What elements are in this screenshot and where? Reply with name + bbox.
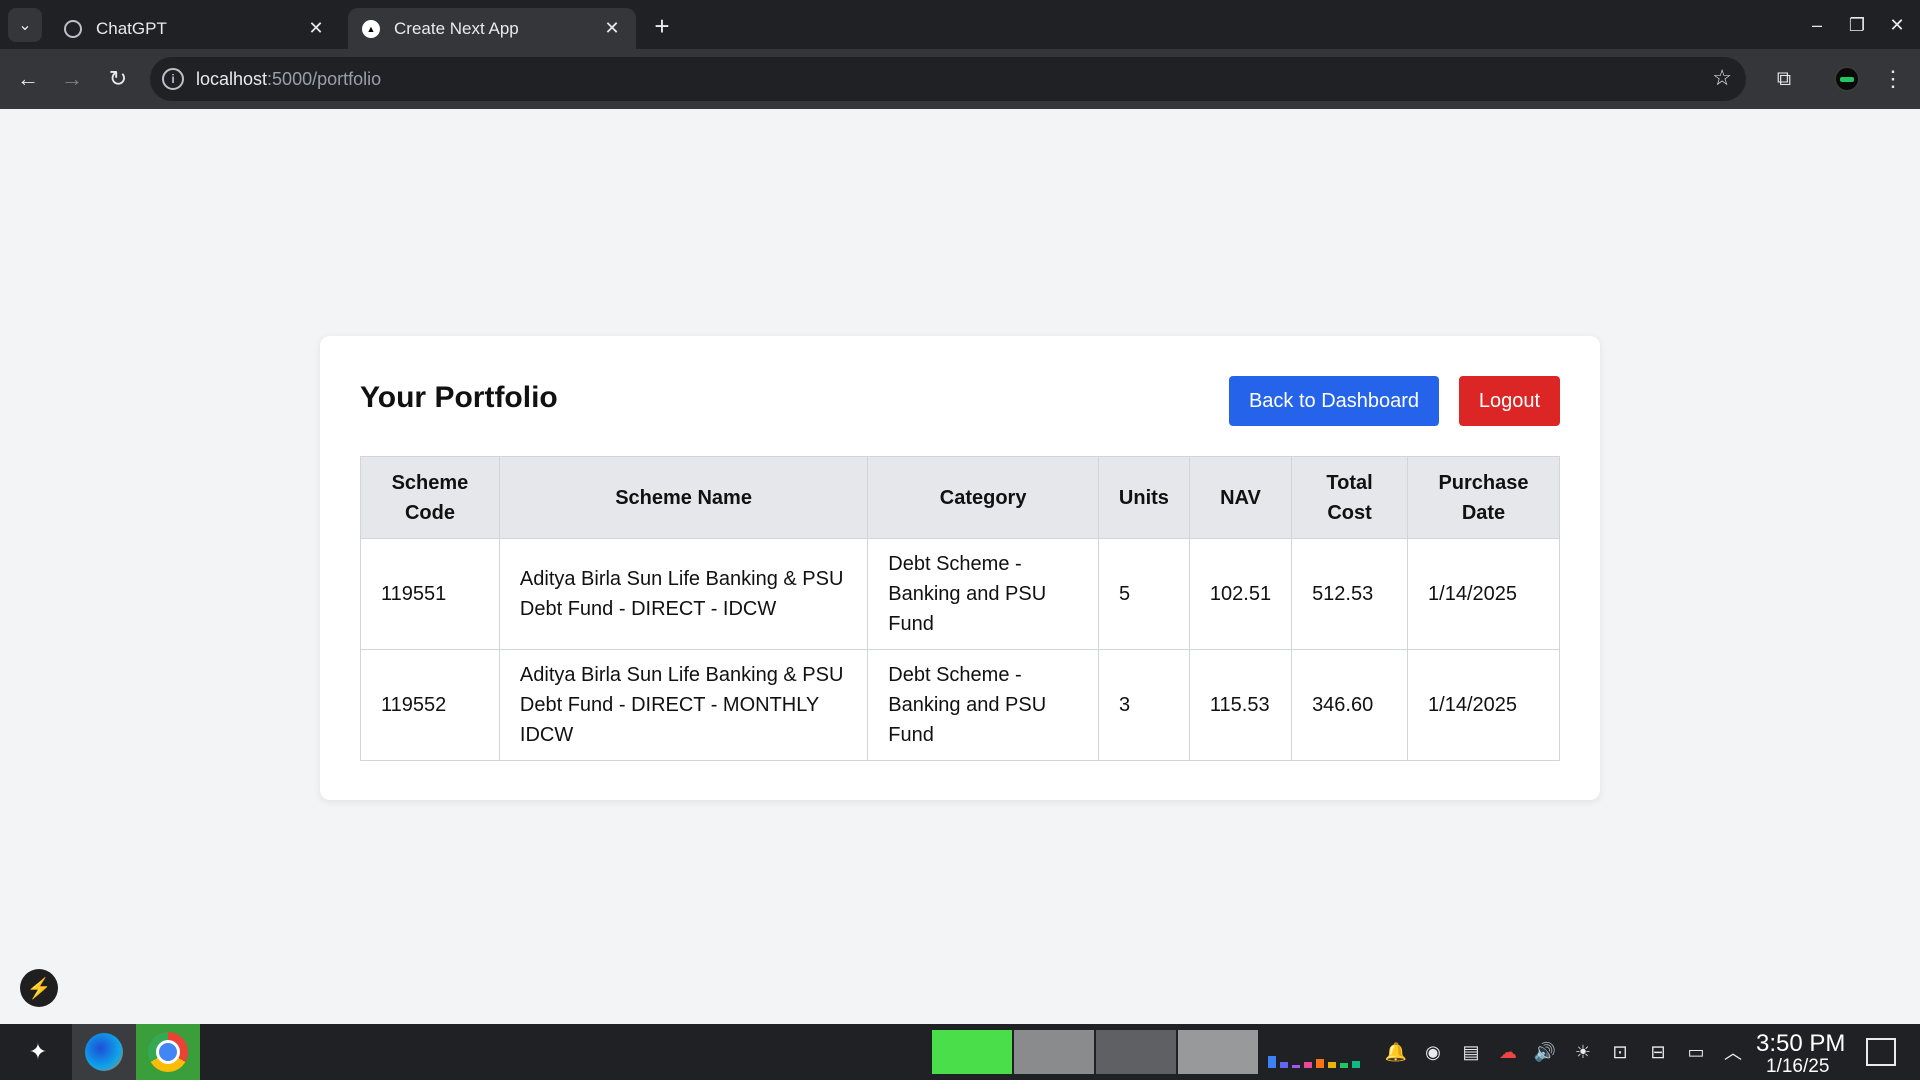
column-header: Scheme Code bbox=[360, 456, 500, 539]
table-cell: 1/14/2025 bbox=[1407, 538, 1560, 650]
back-arrow-icon[interactable]: ← bbox=[12, 63, 44, 95]
portfolio-table: Scheme Code Scheme Name Category Units NAV To… bbox=[360, 456, 1560, 761]
table-cell: 119551 bbox=[360, 538, 500, 650]
notifications-bell-icon[interactable]: 🔔 bbox=[1383, 1039, 1409, 1065]
close-icon[interactable]: ✕ bbox=[306, 18, 326, 39]
virtual-desktop-3[interactable] bbox=[1096, 1030, 1176, 1074]
table-cell: 512.53 bbox=[1291, 538, 1409, 650]
tab-title: ChatGPT bbox=[96, 18, 167, 38]
portfolio-card: Your Portfolio Back to Dashboard Logout … bbox=[320, 336, 1600, 800]
nextjs-icon: ▲ bbox=[362, 19, 380, 38]
table-cell: Aditya Birla Sun Life Banking & PSU Debt… bbox=[498, 649, 869, 761]
volume-icon[interactable]: 🔊 bbox=[1532, 1039, 1558, 1065]
column-header: Category bbox=[867, 456, 1099, 539]
logout-button[interactable]: Logout bbox=[1459, 376, 1560, 426]
close-window-icon[interactable]: ✕ bbox=[1884, 12, 1910, 38]
virtual-desktop-2[interactable] bbox=[1014, 1030, 1094, 1074]
url-path: :5000/portfolio bbox=[267, 69, 382, 89]
column-header: Units bbox=[1097, 456, 1190, 539]
system-monitor-icon[interactable] bbox=[1268, 1038, 1364, 1068]
more-menu-icon[interactable]: ⋮ bbox=[1880, 63, 1906, 95]
table-header-row: Scheme Code Scheme Name Category Units NAV To… bbox=[360, 456, 1560, 539]
forward-arrow-icon[interactable]: → bbox=[56, 63, 88, 95]
tab-create-next-app[interactable]: ▲ Create Next App ✕ bbox=[348, 8, 636, 49]
reload-icon[interactable]: ↻ bbox=[102, 63, 134, 95]
disk-icon[interactable]: ⊡ bbox=[1607, 1039, 1633, 1065]
column-header: Scheme Name bbox=[498, 456, 869, 539]
table-row: 119552 Aditya Birla Sun Life Banking & PS… bbox=[360, 649, 1560, 761]
clock-time[interactable]: 3:50 PM bbox=[1756, 1030, 1845, 1058]
column-header: Total Cost bbox=[1291, 456, 1409, 539]
clock-date[interactable]: 1/16/25 bbox=[1766, 1056, 1829, 1078]
table-row: 119551 Aditya Birla Sun Life Banking & PS… bbox=[360, 538, 1560, 650]
chevron-up-icon[interactable]: ︿ bbox=[1720, 1039, 1746, 1065]
tab-title: Create Next App bbox=[394, 18, 519, 38]
app-launcher-icon[interactable]: ✦ bbox=[22, 1036, 54, 1068]
chrome-icon bbox=[148, 1032, 188, 1072]
profile-avatar[interactable] bbox=[1834, 66, 1860, 92]
minimize-icon[interactable]: – bbox=[1804, 12, 1830, 38]
network-icon[interactable]: ⊟ bbox=[1645, 1039, 1671, 1065]
virtual-desktop-4[interactable] bbox=[1178, 1030, 1258, 1074]
bolt-icon[interactable]: ⚡ bbox=[20, 969, 58, 1007]
virtual-desktop-1[interactable] bbox=[932, 1030, 1012, 1074]
url-host: localhost bbox=[196, 69, 268, 89]
close-icon[interactable]: ✕ bbox=[602, 18, 622, 39]
table-cell: 119552 bbox=[360, 649, 500, 761]
table-cell: Aditya Birla Sun Life Banking & PSU Debt… bbox=[498, 538, 869, 650]
show-desktop-button[interactable] bbox=[1866, 1038, 1896, 1066]
url-text[interactable]: localhost:5000/portfolio bbox=[196, 69, 381, 90]
table-cell: 1/14/2025 bbox=[1407, 649, 1560, 761]
tab-chatgpt[interactable]: ChatGPT ✕ bbox=[50, 8, 340, 49]
browser-toolbar: ← → ↻ i localhost:5000/portfolio ☆ ⧉ ⋮ bbox=[0, 49, 1920, 109]
table-cell: 346.60 bbox=[1291, 649, 1409, 761]
page-title: Your Portfolio bbox=[360, 381, 558, 414]
back-to-dashboard-button[interactable]: Back to Dashboard bbox=[1229, 376, 1439, 426]
table-cell: 3 bbox=[1097, 649, 1190, 761]
table-cell: 115.53 bbox=[1188, 649, 1293, 761]
table-cell: 102.51 bbox=[1188, 538, 1293, 650]
browser-tab-bar: ⌄ ChatGPT ✕ ▲ Create Next App ✕ + – ❐ ✕ bbox=[0, 0, 1920, 49]
os-taskbar: ✦ 🔔 ◉ ▤ ☁ 🔊 ☀ ⊡ ⊟ ▭ ︿ 3:50 PM 1/16/25 bbox=[0, 1024, 1920, 1080]
address-bar[interactable]: i localhost:5000/portfolio ☆ bbox=[150, 57, 1746, 101]
extensions-puzzle-icon[interactable]: ⧉ bbox=[1768, 63, 1800, 95]
firefox-icon bbox=[85, 1033, 123, 1071]
table-cell: Debt Scheme - Banking and PSU Fund bbox=[867, 538, 1099, 650]
chatgpt-icon bbox=[64, 19, 82, 38]
restore-icon[interactable]: ❐ bbox=[1844, 12, 1870, 38]
cloud-sync-icon[interactable]: ☁ bbox=[1495, 1039, 1521, 1065]
clipboard-icon[interactable]: ▤ bbox=[1458, 1039, 1484, 1065]
column-header: NAV bbox=[1188, 456, 1293, 539]
battery-icon[interactable]: ▭ bbox=[1683, 1039, 1709, 1065]
site-info-icon[interactable]: i bbox=[162, 68, 184, 90]
bookmark-star-icon[interactable]: ☆ bbox=[1712, 65, 1732, 91]
column-header: Purchase Date bbox=[1407, 456, 1560, 539]
color-picker-icon[interactable]: ◉ bbox=[1420, 1039, 1446, 1065]
brightness-icon[interactable]: ☀ bbox=[1570, 1039, 1596, 1065]
new-tab-button[interactable]: + bbox=[648, 11, 676, 41]
table-cell: 5 bbox=[1097, 538, 1190, 650]
firefox-taskbar-button[interactable] bbox=[72, 1024, 136, 1080]
table-cell: Debt Scheme - Banking and PSU Fund bbox=[867, 649, 1099, 761]
tab-search-dropdown-icon[interactable]: ⌄ bbox=[8, 8, 42, 42]
chrome-taskbar-button[interactable] bbox=[136, 1024, 200, 1080]
